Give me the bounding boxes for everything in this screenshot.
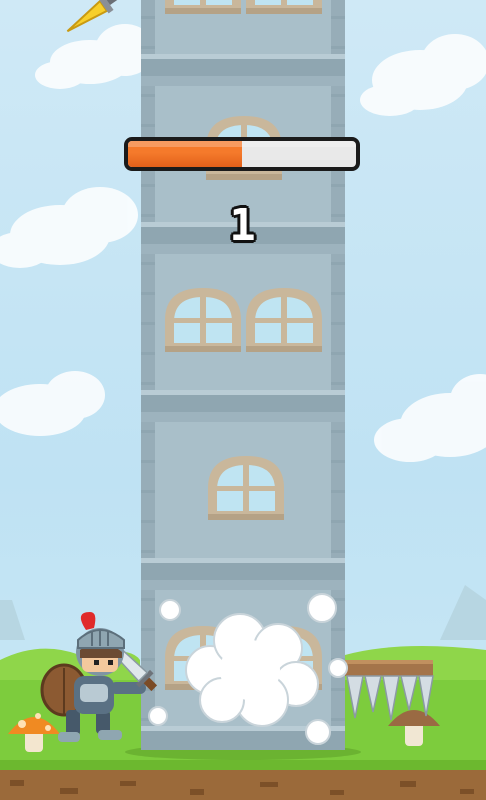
knight-sprite [40,612,158,742]
timer-bar-shine [128,141,356,147]
timer-bar [124,137,360,171]
score-counter: 1 [229,200,257,251]
